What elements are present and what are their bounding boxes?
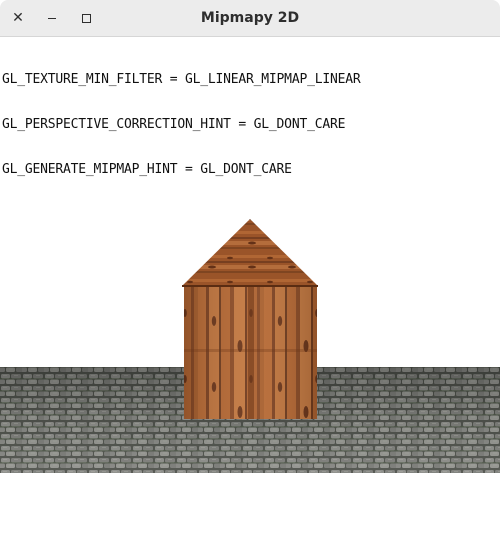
app-window: ✕ Mipmapy 2D GL_TEXTURE_MIN_FILTER = GL_… [0,0,500,537]
close-button[interactable]: ✕ [6,6,30,30]
mipmap-hint-line: GL_GENERATE_MIPMAP_HINT = GL_DONT_CARE [2,162,292,177]
minimize-icon [48,18,56,19]
maximize-icon [81,13,91,23]
close-icon: ✕ [12,10,24,26]
min-filter-line: GL_TEXTURE_MIN_FILTER = GL_LINEAR_MIPMAP… [2,72,361,87]
house [182,219,318,419]
perspective-hint-line: GL_PERSPECTIVE_CORRECTION_HINT = GL_DONT… [2,117,346,132]
title-bar[interactable]: ✕ Mipmapy 2D [0,0,500,37]
maximize-button[interactable] [74,6,98,30]
minimize-button[interactable] [40,6,64,30]
gl-hint-overlay: GL_TEXTURE_MIN_FILTER = GL_LINEAR_MIPMAP… [2,42,361,207]
